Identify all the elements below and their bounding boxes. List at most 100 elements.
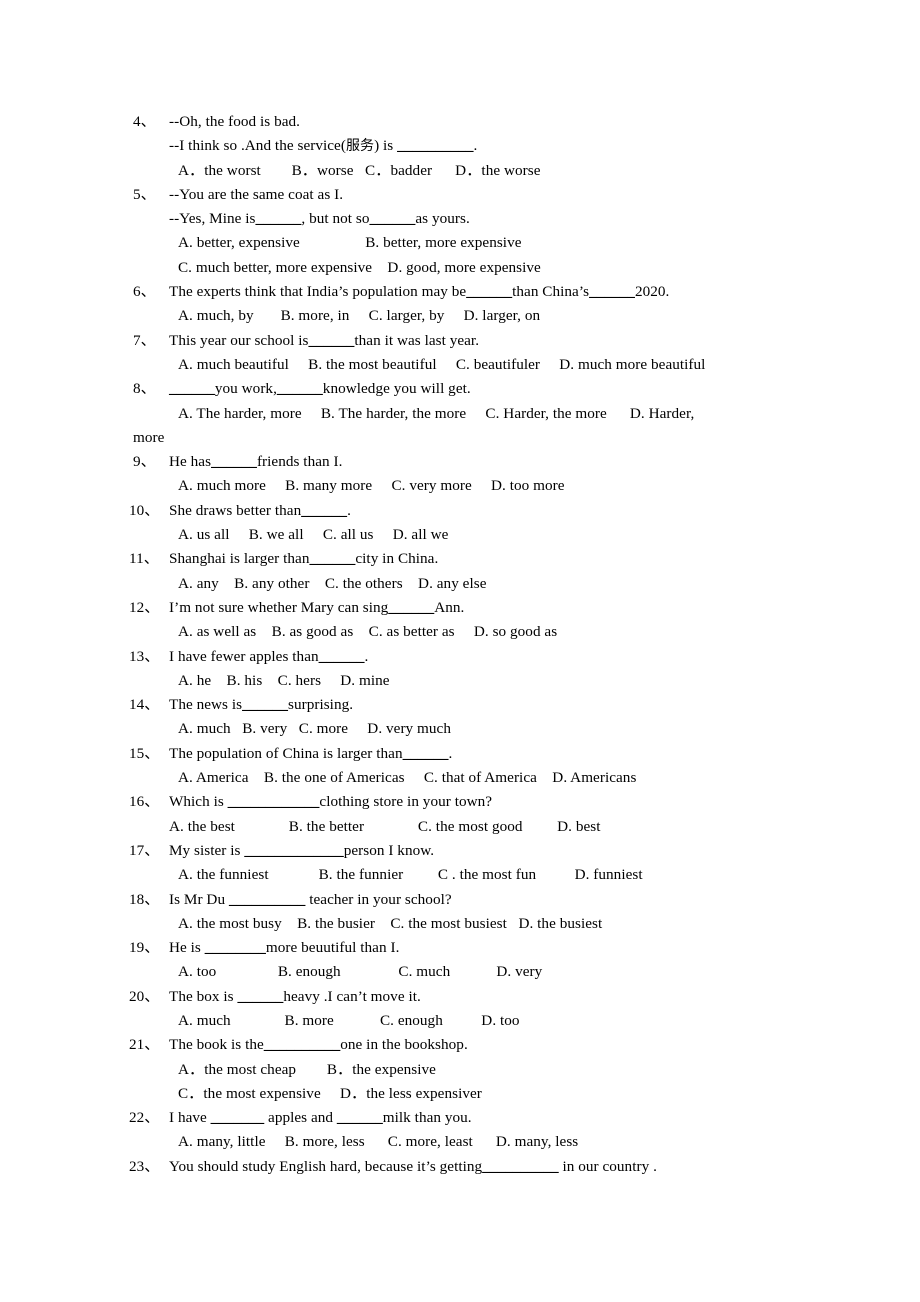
question-stem-text: He has______friends than I.: [169, 453, 342, 470]
option-row[interactable]: A．the most cheap B．the expensive: [133, 1058, 800, 1082]
answer-blank[interactable]: __________: [482, 1158, 558, 1175]
question-stem-text: I have _______ apples and ______milk tha…: [169, 1109, 472, 1126]
question-stem-text: --Oh, the food is bad.: [169, 113, 301, 130]
answer-blank[interactable]: ______: [388, 599, 434, 616]
question-stem-text: She draws better than______.: [169, 502, 351, 519]
answer-blank[interactable]: _____________: [244, 842, 343, 859]
question-stem-text: The experts think that India’s populatio…: [169, 283, 669, 300]
question-text-fragment: surprising.: [287, 696, 354, 714]
option-row[interactable]: A. America B. the one of Americas C. tha…: [133, 766, 800, 790]
question-text-fragment: You should study English hard, because i…: [169, 1157, 483, 1175]
question-number: 14、: [129, 696, 160, 714]
question-text-fragment: clothing store in your town?: [319, 793, 493, 811]
option-row[interactable]: A. too B. enough C. much D. very: [133, 960, 800, 984]
question-text-fragment: teacher in your school?: [305, 890, 452, 908]
question-number: 7、: [133, 331, 156, 349]
option-row[interactable]: A. he B. his C. hers D. mine: [133, 669, 800, 693]
question-item: 22、 I have _______ apples and ______milk …: [129, 1106, 800, 1155]
question-text-fragment: .: [347, 501, 351, 519]
question-stem: 15、 The population of China is larger tha…: [129, 742, 800, 766]
option-row[interactable]: A. much, by B. more, in C. larger, by D.…: [133, 304, 800, 328]
question-stem-text: Which is ____________clothing store in y…: [169, 793, 492, 810]
answer-blank[interactable]: __________: [397, 137, 473, 154]
question-text-fragment: than China’s: [512, 283, 590, 301]
question-item: 10、 She draws better than______. A. us all…: [129, 499, 800, 548]
answer-blank[interactable]: ______: [337, 1109, 383, 1126]
option-row[interactable]: A. the most busy B. the busier C. the mo…: [133, 912, 800, 936]
question-text-fragment: milk than you.: [382, 1109, 472, 1127]
answer-blank[interactable]: ______: [369, 210, 415, 227]
option-row[interactable]: A. much beautiful B. the most beautiful …: [133, 353, 800, 377]
question-stem-text: I have fewer apples than______.: [169, 648, 368, 665]
answer-blank[interactable]: ______: [301, 502, 347, 519]
question-number: 18、: [129, 890, 160, 908]
question-text-fragment: knowledge you will get.: [322, 380, 471, 398]
question-text-fragment: .: [473, 137, 478, 155]
question-stem: 4、 --Oh, the food is bad.: [133, 110, 800, 134]
question-text-fragment: ) is: [374, 137, 398, 155]
question-text-fragment: Shanghai is larger than: [169, 550, 310, 568]
option-row[interactable]: A. as well as B. as good as C. as better…: [133, 620, 800, 644]
answer-blank[interactable]: ______: [242, 696, 288, 713]
option-row[interactable]: C. much better, more expensive D. good, …: [133, 256, 800, 280]
question-text-fragment: Which is: [169, 793, 228, 811]
question-stem-continuation: --Yes, Mine is______, but not so______as…: [133, 207, 800, 231]
option-row[interactable]: A. much B. very C. more D. very much: [133, 717, 800, 741]
question-stem: 10、 She draws better than______.: [129, 499, 800, 523]
question-text-fragment: friends than I.: [256, 453, 343, 471]
question-text-fragment: I’m not sure whether Mary can sing: [169, 598, 389, 616]
question-text-fragment: The box is: [169, 987, 238, 1005]
answer-blank[interactable]: ______: [237, 988, 283, 1005]
question-stem-continuation: --I think so .And the service(服务) is ___…: [133, 134, 800, 158]
answer-blank[interactable]: ______: [309, 332, 355, 349]
answer-blank[interactable]: ______: [466, 283, 512, 300]
question-number: 17、: [129, 841, 160, 859]
option-row[interactable]: A. many, little B. more, less C. more, l…: [133, 1130, 800, 1154]
question-text-fragment: .: [364, 647, 369, 665]
answer-blank[interactable]: ______: [589, 283, 635, 300]
question-text-fragment: She draws better than: [169, 501, 302, 519]
question-stem: 23、 You should study English hard, becaus…: [129, 1155, 800, 1179]
option-row[interactable]: A. much more B. many more C. very more D…: [133, 474, 800, 498]
option-row[interactable]: A. us all B. we all C. all us D. all we: [133, 523, 800, 547]
question-stem-text: Is Mr Du __________ teacher in your scho…: [169, 891, 452, 908]
question-text-fragment: This year our school is: [169, 331, 309, 349]
question-item: 19、 He is ________more beuutiful than I. A…: [129, 936, 800, 985]
question-item: 7、 This year our school is______than it w…: [133, 329, 800, 378]
option-row[interactable]: A. much B. more C. enough D. too: [133, 1009, 800, 1033]
question-stem-text: --You are the same coat as I.: [169, 185, 344, 203]
question-item: 16、 Which is ____________clothing store i…: [129, 790, 800, 839]
question-stem-text: You should study English hard, because i…: [169, 1158, 657, 1175]
answer-blank[interactable]: ______: [403, 745, 449, 762]
answer-blank[interactable]: ______: [309, 550, 355, 567]
worksheet-page: 4、 --Oh, the food is bad. --I think so .An…: [0, 0, 920, 1302]
question-stem: 6、 The experts think that India’s populat…: [133, 280, 800, 304]
answer-blank[interactable]: ______: [277, 380, 323, 397]
option-row[interactable]: A. The harder, more B. The harder, the m…: [133, 402, 800, 426]
option-row[interactable]: A. the best B. the better C. the most go…: [133, 815, 800, 839]
answer-blank[interactable]: ________: [205, 939, 266, 956]
question-stem-text: Shanghai is larger than______city in Chi…: [169, 550, 438, 567]
answer-blank[interactable]: _______: [211, 1109, 265, 1126]
question-number: 4、: [133, 113, 156, 130]
question-stem: 11、 Shanghai is larger than______city in …: [129, 547, 800, 571]
answer-blank[interactable]: __________: [264, 1036, 340, 1053]
question-number: 5、: [133, 185, 156, 203]
option-row[interactable]: A. any B. any other C. the others D. any…: [133, 572, 800, 596]
option-row[interactable]: C．the most expensive D．the less expensiv…: [133, 1082, 800, 1106]
question-text-fragment: person I know.: [343, 841, 435, 859]
answer-blank[interactable]: __________: [229, 891, 305, 908]
answer-blank[interactable]: ______: [169, 380, 215, 397]
option-row[interactable]: more: [133, 426, 800, 450]
option-row[interactable]: A. better, expensive B. better, more exp…: [133, 231, 800, 255]
question-number: 11、: [129, 550, 159, 568]
option-row[interactable]: A. the funniest B. the funnier C . the m…: [133, 863, 800, 887]
question-text-fragment: 2020.: [634, 283, 670, 301]
answer-blank[interactable]: ______: [211, 453, 257, 470]
option-row[interactable]: A．the worst B．worse C．badder D．the worse: [133, 159, 800, 183]
answer-blank[interactable]: ____________: [228, 793, 320, 810]
chinese-gloss: 服务: [345, 138, 375, 155]
question-item: 5、 --You are the same coat as I. --Yes, Mi…: [133, 183, 800, 280]
answer-blank[interactable]: ______: [319, 648, 365, 665]
answer-blank[interactable]: ______: [256, 210, 302, 227]
